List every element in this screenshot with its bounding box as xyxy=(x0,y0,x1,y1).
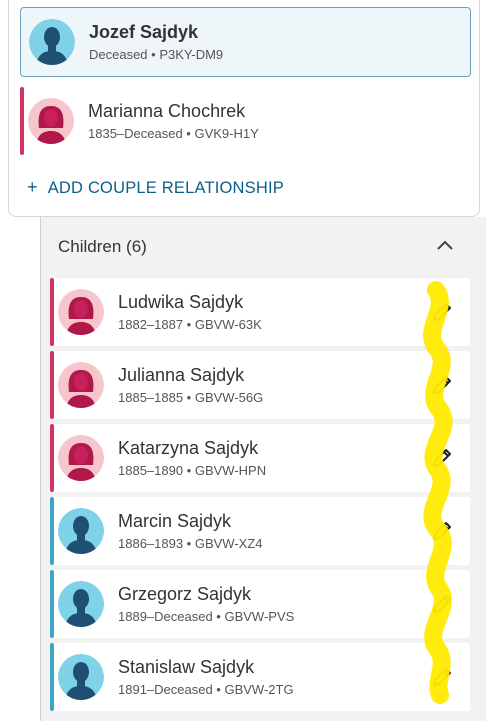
primary-person-meta: Deceased • P3KY-DM9 xyxy=(89,47,224,62)
child-name[interactable]: Grzegorz Sajdyk xyxy=(118,583,294,605)
male-gender-bar xyxy=(50,570,54,638)
child-meta: 1885–1890 • GBVW-HPN xyxy=(118,463,267,478)
female-gender-bar xyxy=(50,424,54,492)
child-card[interactable]: Katarzyna Sajdyk 1885–1890 • GBVW-HPN xyxy=(50,424,470,492)
spouse-person-name[interactable]: Marianna Chochrek xyxy=(88,100,259,122)
children-header[interactable]: Children (6) xyxy=(58,237,147,257)
child-meta: 1882–1887 • GBVW-63K xyxy=(118,317,262,332)
plus-icon: + xyxy=(27,177,38,197)
primary-person-name[interactable]: Jozef Sajdyk xyxy=(89,21,223,43)
female-avatar-icon xyxy=(58,289,104,335)
child-name[interactable]: Katarzyna Sajdyk xyxy=(118,437,266,459)
female-avatar-icon xyxy=(58,435,104,481)
child-meta: 1891–Deceased • GBVW-2TG xyxy=(118,682,294,697)
primary-person-row[interactable]: Jozef Sajdyk Deceased • P3KY-DM9 xyxy=(20,7,471,77)
child-name[interactable]: Ludwika Sajdyk xyxy=(118,291,262,313)
child-name[interactable]: Stanislaw Sajdyk xyxy=(118,656,294,678)
female-avatar-icon xyxy=(58,362,104,408)
female-gender-bar xyxy=(50,351,54,419)
male-gender-bar xyxy=(50,497,54,565)
male-avatar-icon xyxy=(29,19,75,65)
edit-pencil-icon[interactable] xyxy=(430,373,454,397)
edit-pencil-icon[interactable] xyxy=(430,519,454,543)
child-name[interactable]: Marcin Sajdyk xyxy=(118,510,263,532)
edit-pencil-icon[interactable] xyxy=(430,300,454,324)
chevron-up-icon[interactable] xyxy=(435,237,455,253)
male-avatar-icon xyxy=(58,654,104,700)
edit-pencil-icon[interactable] xyxy=(430,592,454,616)
male-avatar-icon xyxy=(58,581,104,627)
edit-pencil-icon[interactable] xyxy=(430,665,454,689)
children-panel: Children (6) Ludwika Sajdyk 1882–1887 • G… xyxy=(41,217,486,721)
child-card[interactable]: Ludwika Sajdyk 1882–1887 • GBVW-63K xyxy=(50,278,470,346)
male-gender-bar xyxy=(50,643,54,711)
child-card[interactable]: Julianna Sajdyk 1885–1885 • GBVW-56G xyxy=(50,351,470,419)
child-card[interactable]: Grzegorz Sajdyk 1889–Deceased • GBVW-PVS xyxy=(50,570,470,638)
child-meta: 1886–1893 • GBVW-XZ4 xyxy=(118,536,263,551)
child-card[interactable]: Marcin Sajdyk 1886–1893 • GBVW-XZ4 xyxy=(50,497,470,565)
child-name[interactable]: Julianna Sajdyk xyxy=(118,364,263,386)
female-avatar-icon xyxy=(28,98,74,144)
add-couple-label: ADD COUPLE RELATIONSHIP xyxy=(47,179,284,197)
spouse-person-row[interactable]: Marianna Chochrek 1835–Deceased • GVK9-H… xyxy=(20,87,471,155)
female-gender-bar xyxy=(50,278,54,346)
add-couple-relationship-button[interactable]: + ADD COUPLE RELATIONSHIP xyxy=(27,177,284,198)
edit-pencil-icon[interactable] xyxy=(430,446,454,470)
female-gender-bar xyxy=(20,87,24,155)
couple-card: Jozef Sajdyk Deceased • P3KY-DM9 Mariann… xyxy=(8,0,480,217)
child-card[interactable]: Stanislaw Sajdyk 1891–Deceased • GBVW-2TG xyxy=(50,643,470,711)
child-meta: 1885–1885 • GBVW-56G xyxy=(118,390,264,405)
male-avatar-icon xyxy=(58,508,104,554)
spouse-person-meta: 1835–Deceased • GVK9-H1Y xyxy=(88,126,259,141)
child-meta: 1889–Deceased • GBVW-PVS xyxy=(118,609,295,624)
